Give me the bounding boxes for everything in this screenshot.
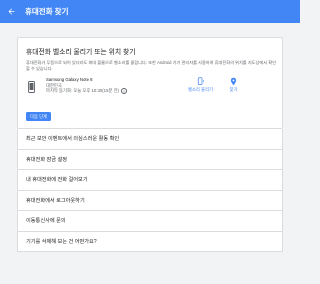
device-info: Samsung Galaxy Note 8 대한민국 마지막 동기화: 오늘 오… xyxy=(46,77,127,95)
list-item-call-phone[interactable]: 내 휴대전화에 전화 걸어보기 xyxy=(18,170,282,191)
next-step-button[interactable]: 다음 단계 xyxy=(26,112,51,121)
phone-ring-icon xyxy=(197,77,204,85)
list-item-check-security-events[interactable]: 최근 보안 이벤트에서 의심스러운 활동 확인 xyxy=(18,129,282,150)
ring-locate-card: 휴대전화 벨소리 울리기 또는 위치 찾기 휴대전화가 무음으로 되어 있더라도… xyxy=(17,37,283,129)
list-item-erase-device[interactable]: 기기를 삭제해 보는 건 어떤가요? xyxy=(18,232,282,252)
find-label: 찾기 xyxy=(229,87,238,92)
list-item-contact-carrier[interactable]: 이동통신사에 문의 xyxy=(18,211,282,232)
smartphone-icon xyxy=(28,81,35,93)
app-bar: 휴대전화 찾기 xyxy=(0,0,300,23)
ring-button[interactable]: 벨소리 울리기 xyxy=(188,77,213,93)
location-pin-icon xyxy=(230,77,237,86)
options-list: 최근 보안 이벤트에서 의심스러운 활동 확인 휴대전화 잠금 설정 내 휴대전… xyxy=(17,129,283,252)
list-item-sign-out[interactable]: 휴대전화에서 로그아웃하기 xyxy=(18,191,282,211)
page-title: 휴대전화 찾기 xyxy=(25,7,69,16)
ring-label: 벨소리 울리기 xyxy=(188,87,213,92)
help-icon[interactable]: ? xyxy=(121,88,127,95)
device-row: Samsung Galaxy Note 8 대한민국 마지막 동기화: 오늘 오… xyxy=(26,77,276,101)
find-button[interactable]: 찾기 xyxy=(229,77,238,93)
device-last-sync: 마지막 동기화: 오늘 오후 10:30(15분 전)? xyxy=(46,88,127,95)
last-sync-text: 마지막 동기화: 오늘 오후 10:30(15분 전) xyxy=(46,88,119,94)
list-item-lock-phone[interactable]: 휴대전화 잠금 설정 xyxy=(18,150,282,170)
card-title: 휴대전화 벨소리 울리기 또는 위치 찾기 xyxy=(26,49,136,56)
arrow-back-icon[interactable] xyxy=(3,4,19,20)
card-description: 휴대전화가 무음으로 되어 있더라도 최대 볼륨으로 벨소리를 울립니다. 또한… xyxy=(26,60,276,72)
